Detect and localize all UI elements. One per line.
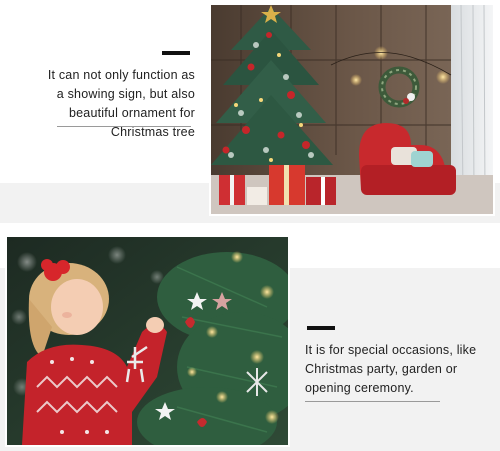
- divider-rule-2: [305, 401, 440, 402]
- girl-decorating-tree-photo: [5, 235, 290, 447]
- divider-rule-1: [57, 126, 191, 127]
- accent-bar-1: [162, 51, 190, 55]
- christmas-tree-room-photo: [209, 3, 495, 216]
- caption-1: It can not only function as a showing si…: [47, 68, 195, 139]
- caption-2: It is for special occasions, like Christ…: [305, 343, 477, 395]
- accent-bar-2: [307, 326, 335, 330]
